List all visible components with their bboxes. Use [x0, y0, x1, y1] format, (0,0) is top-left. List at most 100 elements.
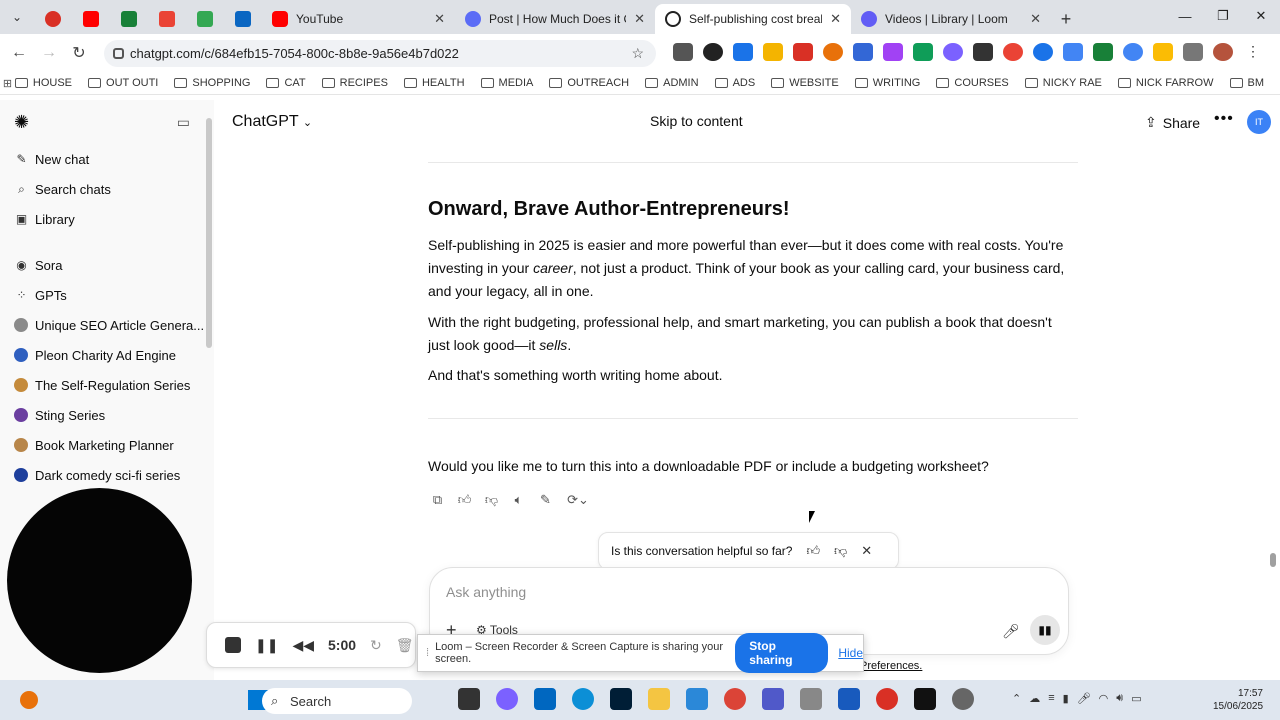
gpt-item[interactable]: The Self-Regulation Series — [0, 370, 214, 400]
capcut-icon[interactable] — [914, 688, 936, 710]
extension-icon[interactable] — [973, 43, 993, 61]
extension-icon[interactable] — [1033, 43, 1053, 61]
gpts-button[interactable]: ⁘ GPTs — [0, 280, 214, 310]
store-icon[interactable] — [534, 688, 556, 710]
pause-icon[interactable]: ❚❚ — [255, 637, 278, 654]
new-chat-button[interactable]: ✎ New chat — [0, 144, 214, 174]
extension-icon[interactable] — [673, 43, 693, 61]
openai-logo-icon[interactable]: ✺ — [14, 112, 29, 133]
close-icon[interactable]: ✕ — [861, 543, 872, 559]
pinned-tab-2[interactable] — [72, 4, 110, 34]
regenerate-icon[interactable]: ⟳⌄ — [563, 490, 593, 509]
close-window-button[interactable]: ✕ — [1242, 0, 1280, 32]
thumbs-down-icon[interactable]: 👎︎ — [482, 490, 501, 509]
bookmark-folder[interactable]: OUTREACH — [549, 77, 629, 89]
restart-icon[interactable]: ↻ — [370, 637, 382, 654]
user-avatar[interactable]: IT — [1247, 110, 1271, 134]
close-icon[interactable]: ✕ — [634, 11, 645, 27]
extension-icon[interactable] — [943, 43, 963, 61]
restore-button[interactable]: ❐ — [1204, 0, 1242, 32]
bookmark-folder[interactable]: NICK FARROW — [1117, 77, 1214, 89]
extension-icon[interactable] — [1063, 43, 1083, 61]
close-icon[interactable]: ✕ — [830, 11, 841, 27]
copy-icon[interactable]: ⧉ — [428, 490, 447, 509]
url-bar[interactable]: chatgpt.com/c/684efb15-7054-800c-8b8e-9a… — [104, 40, 656, 67]
more-options-icon[interactable]: ••• — [1214, 110, 1234, 128]
settings-icon[interactable] — [952, 688, 974, 710]
bookmark-folder[interactable]: OUT OUTI — [88, 77, 158, 89]
gpt-item[interactable]: Book Marketing Planner — [0, 430, 214, 460]
tab-chatgpt[interactable]: Self-publishing cost breakd ✕ — [655, 4, 851, 34]
tab-loom[interactable]: Videos | Library | Loom ✕ — [851, 4, 1051, 34]
hide-sharing-bar-button[interactable]: Hide — [838, 646, 863, 660]
tray-app-icon[interactable]: ≡ — [1048, 692, 1054, 705]
tab-search-dropdown[interactable]: ⌄ — [0, 0, 34, 34]
thumbs-up-icon[interactable]: 👍︎ — [455, 490, 474, 509]
bookmark-folder[interactable]: HEALTH — [403, 77, 465, 89]
bookmark-folder[interactable]: WEBSITE — [771, 77, 839, 89]
pinned-tab-1[interactable] — [34, 4, 72, 34]
search-chats-button[interactable]: ⌕ Search chats — [0, 174, 214, 204]
extension-icon[interactable] — [883, 43, 903, 61]
bookmark-star-icon[interactable]: ☆ — [631, 45, 644, 62]
bookmark-folder[interactable]: MEDIA — [480, 77, 533, 89]
new-tab-button[interactable]: + — [1051, 4, 1081, 34]
gpt-item[interactable]: Unique SEO Article Genera... — [0, 310, 214, 340]
file-explorer-icon[interactable] — [648, 688, 670, 710]
extension-icon[interactable] — [853, 43, 873, 61]
thumbs-up-icon[interactable]: 👍︎ — [806, 543, 820, 559]
taskbar-search[interactable]: ⌕ Search — [262, 688, 412, 714]
app-icon[interactable] — [876, 688, 898, 710]
app-icon[interactable] — [686, 688, 708, 710]
bookmark-folder[interactable]: NICKY RAE — [1024, 77, 1102, 89]
system-clock[interactable]: 17:57 15/06/2025 — [1213, 687, 1263, 713]
pinned-tab-linkedin[interactable] — [224, 4, 262, 34]
photoshop-icon[interactable] — [610, 688, 632, 710]
apps-grid-icon[interactable]: ⊞ — [0, 77, 15, 90]
webcam-bubble[interactable] — [7, 488, 192, 673]
bookmark-folder[interactable]: HOUSE — [14, 77, 72, 89]
read-aloud-icon[interactable]: 🔈︎ — [509, 490, 528, 509]
extension-icon[interactable] — [763, 43, 783, 61]
tab-post[interactable]: Post | How Much Does it Cost to ✕ — [455, 4, 655, 34]
bookmark-folder[interactable]: RECIPES — [321, 77, 388, 89]
site-info-icon[interactable] — [113, 48, 124, 59]
edit-icon[interactable]: ✎ — [536, 490, 555, 509]
close-sidebar-icon[interactable]: ▭ — [177, 114, 190, 131]
close-icon[interactable]: ✕ — [434, 11, 445, 27]
thumbs-down-icon[interactable]: 👎︎ — [834, 543, 847, 559]
edge-icon[interactable] — [572, 688, 594, 710]
wifi-icon[interactable]: ◠ — [1099, 692, 1109, 705]
microphone-icon[interactable]: 🎤︎ — [1077, 692, 1091, 705]
extension-icon[interactable] — [703, 43, 723, 61]
preferences-link[interactable]: Preferences. — [860, 660, 922, 672]
extension-icon[interactable] — [733, 43, 753, 61]
gpt-item[interactable]: Sting Series — [0, 400, 214, 430]
stop-recording-icon[interactable] — [225, 637, 241, 653]
library-button[interactable]: ▣ Library — [0, 204, 214, 234]
forward-button[interactable]: → — [34, 38, 64, 68]
bookmark-folder[interactable]: COURSES — [936, 77, 1009, 89]
back-button[interactable]: ← — [4, 38, 34, 68]
skip-to-content-link[interactable]: Skip to content — [650, 113, 743, 129]
extension-icon[interactable] — [1093, 43, 1113, 61]
composer-input[interactable]: Ask anything — [446, 584, 526, 600]
reload-button[interactable]: ↻ — [64, 38, 94, 68]
pinned-tab-gmail[interactable] — [148, 4, 186, 34]
share-button[interactable]: ⇪ Share — [1145, 114, 1200, 131]
onedrive-icon[interactable]: ☁ — [1029, 692, 1040, 705]
sidebar-scrollbar[interactable] — [206, 118, 212, 348]
profile-avatar[interactable] — [1213, 43, 1233, 61]
tab-youtube[interactable]: YouTube ✕ — [262, 4, 455, 34]
chrome-icon[interactable] — [724, 688, 746, 710]
bookmark-folder[interactable]: ADMIN — [645, 77, 699, 89]
voice-mode-button[interactable]: ▮▮ — [1030, 615, 1060, 645]
minimize-button[interactable]: — — [1166, 0, 1204, 32]
extension-icon[interactable] — [1123, 43, 1143, 61]
chevron-up-icon[interactable]: ⌃ — [1012, 692, 1021, 705]
drag-handle-icon[interactable]: ⁞ — [426, 647, 429, 659]
extension-icon[interactable] — [913, 43, 933, 61]
copilot-icon[interactable] — [496, 688, 518, 710]
extension-icon[interactable] — [823, 43, 843, 61]
model-selector[interactable]: ChatGPT ⌄ — [232, 113, 312, 131]
